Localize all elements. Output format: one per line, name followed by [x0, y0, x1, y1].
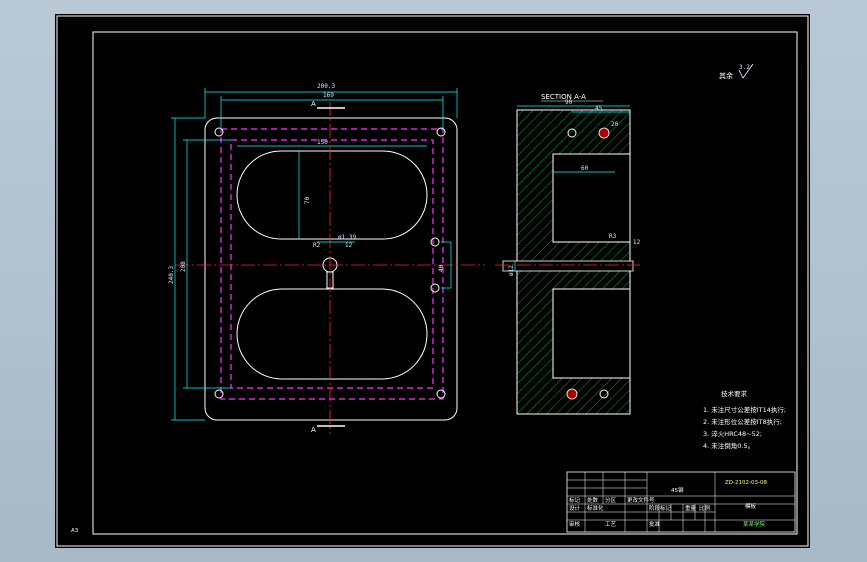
- tb-label-count: 处数: [587, 496, 599, 504]
- section-pocket-bottom: [552, 288, 631, 379]
- dim-radius: R3: [609, 233, 617, 240]
- side-hole-top: [430, 237, 440, 247]
- dim-overall-height: 240.3: [168, 266, 175, 284]
- tb-label-process: 工艺: [605, 521, 617, 528]
- pocket-bottom[interactable]: [236, 288, 428, 380]
- tb-label-approve: 批准: [649, 520, 661, 528]
- front-dimension-lines: [171, 88, 458, 421]
- tb-school: 某某学院: [743, 520, 766, 528]
- inner-frame: [92, 31, 798, 535]
- tb-label-stage: 阶段标记: [649, 504, 672, 512]
- dim-overall-width: 200.3: [317, 83, 335, 90]
- dim-inner-width: 169: [323, 92, 334, 99]
- dim-slot-width: 12: [633, 239, 641, 246]
- tb-label-standard: 标准化: [587, 504, 604, 512]
- roughness-note: 其余: [719, 71, 733, 80]
- tech-item-1: 1. 未注尺寸公差按IT14执行;: [703, 405, 786, 414]
- corner-hole-bl: [214, 389, 224, 399]
- dim-pocket-height: 70: [304, 196, 311, 204]
- section-hole-2: [598, 127, 610, 139]
- tb-label-design: 设计: [569, 504, 581, 512]
- dim-center-hole: 12: [345, 242, 353, 249]
- tb-label-zone: 分区: [605, 496, 617, 504]
- section-title: SECTION A-A: [541, 93, 586, 101]
- dim-pipe-dia: ø12: [508, 265, 515, 276]
- hidden-frame-inner: [230, 139, 434, 389]
- tech-item-3: 3. 淬火HRC48~52;: [703, 429, 762, 438]
- dim-corner-r: R2: [313, 242, 321, 249]
- tech-requirements: 技术要求 1. 未注尺寸公差按IT14执行; 2. 未注形位公差按IT8执行; …: [703, 389, 786, 450]
- section-pocket-top: [552, 153, 631, 243]
- dim-pocket-width: 150: [317, 139, 328, 146]
- dim-right-offset: 45: [595, 105, 603, 112]
- corner-hole-tl: [214, 127, 224, 137]
- front-view: A A 200.3 169 150 ø1.39 12 R2 40 240.3 2…: [168, 83, 485, 434]
- dim-inner-height: 208: [180, 261, 187, 272]
- corner-hole-br: [436, 389, 446, 399]
- tech-item-2: 2. 未注形位公差按IT8执行;: [703, 417, 782, 426]
- drawing-canvas[interactable]: A A 200.3 169 150 ø1.39 12 R2 40 240.3 2…: [55, 14, 810, 548]
- tb-part-name: 模板: [745, 502, 757, 510]
- dim-pocket-depth: 60: [581, 165, 589, 172]
- section-mark-bottom: A: [311, 426, 316, 434]
- hidden-frame-outer: [220, 128, 444, 400]
- section-mark-top: A: [311, 100, 316, 108]
- section-hole-3: [566, 388, 578, 400]
- tech-title: 技术要求: [721, 389, 748, 398]
- plate-outline[interactable]: [204, 117, 458, 421]
- cad-application: A A 200.3 169 150 ø1.39 12 R2 40 240.3 2…: [0, 0, 867, 562]
- dim-side-span: 40: [438, 264, 445, 272]
- section-channel: [502, 260, 634, 272]
- tb-material: 45钢: [671, 486, 684, 494]
- pocket-top[interactable]: [236, 150, 428, 240]
- roughness-symbol: 其余 3.2: [719, 63, 754, 80]
- tb-label-weight: 重量: [685, 504, 697, 512]
- tb-label-mark: 标记: [569, 496, 581, 504]
- tb-label-review: 审核: [569, 520, 581, 528]
- sheet-size-label: A3: [71, 528, 79, 534]
- dim-hole-dia: ø1.39: [338, 234, 356, 241]
- section-view: SECTION A-A 90 45 20 60 12 ø12 R3: [495, 93, 641, 415]
- side-hole-bottom: [430, 283, 440, 293]
- tech-item-4: 4. 未注倒角0.5。: [703, 441, 754, 450]
- title-block: 标记 处数 分区 更改文件号 设计 标准化 阶段标记 重量 比例 审核 工艺 批…: [566, 471, 796, 533]
- drawing-svg: A A 200.3 169 150 ø1.39 12 R2 40 240.3 2…: [56, 15, 809, 547]
- tb-label-scale: 比例: [699, 504, 711, 512]
- tb-label-change: 更改文件号: [627, 496, 655, 504]
- roughness-value: 3.2: [739, 64, 750, 71]
- dim-hole-top: 20: [611, 121, 619, 128]
- tb-part-code: ZD-2102-03-08: [725, 480, 767, 486]
- dim-top-width: 90: [565, 99, 573, 106]
